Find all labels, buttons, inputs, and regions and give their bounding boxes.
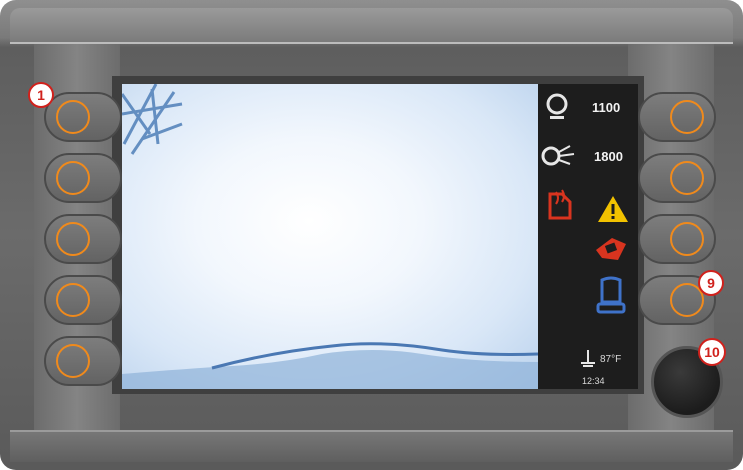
turbo-fan-icon — [541, 145, 575, 166]
right-softkey-3[interactable] — [638, 214, 716, 264]
left-softkey-4-ring — [56, 283, 90, 317]
camera-view — [122, 84, 538, 389]
right-softkey-2[interactable] — [638, 153, 716, 203]
left-softkey-1[interactable] — [44, 92, 122, 142]
frost-icon — [122, 84, 183, 155]
right-softkey-2-ring — [670, 161, 704, 195]
engine-rpm-value: 1100 — [592, 100, 621, 115]
thermometer-icon — [581, 350, 595, 367]
top-bezel — [10, 8, 733, 42]
engine-icon — [546, 93, 568, 119]
callout-badge-1: 1 — [28, 82, 54, 108]
left-softkey-5[interactable] — [44, 336, 122, 386]
filter-warning-icon — [596, 238, 626, 260]
fan-rpm-value: 1800 — [594, 149, 623, 164]
status-sidebar: 1100 1800 87°F 12:34 — [538, 84, 638, 389]
left-softkey-5-ring — [56, 344, 90, 378]
camera-scene — [122, 84, 538, 389]
left-softkey-3-ring — [56, 222, 90, 256]
callout-badge-9: 9 — [698, 270, 724, 296]
warning-triangle-icon — [598, 196, 628, 222]
heater-warning-icon — [548, 189, 572, 220]
left-softkey-1-ring — [56, 100, 90, 134]
clock-value: 12:34 — [582, 376, 605, 386]
seat-icon — [596, 276, 626, 314]
ground-terrain — [122, 350, 538, 389]
left-softkey-2[interactable] — [44, 153, 122, 203]
left-softkey-2-ring — [56, 161, 90, 195]
temperature-value: 87°F — [600, 354, 622, 365]
callout-badge-10: 10 — [698, 338, 726, 366]
left-softkey-3[interactable] — [44, 214, 122, 264]
right-softkey-1[interactable] — [638, 92, 716, 142]
right-softkey-1-ring — [670, 100, 704, 134]
left-softkey-4[interactable] — [44, 275, 122, 325]
right-softkey-3-ring — [670, 222, 704, 256]
bottom-bezel — [10, 432, 733, 462]
